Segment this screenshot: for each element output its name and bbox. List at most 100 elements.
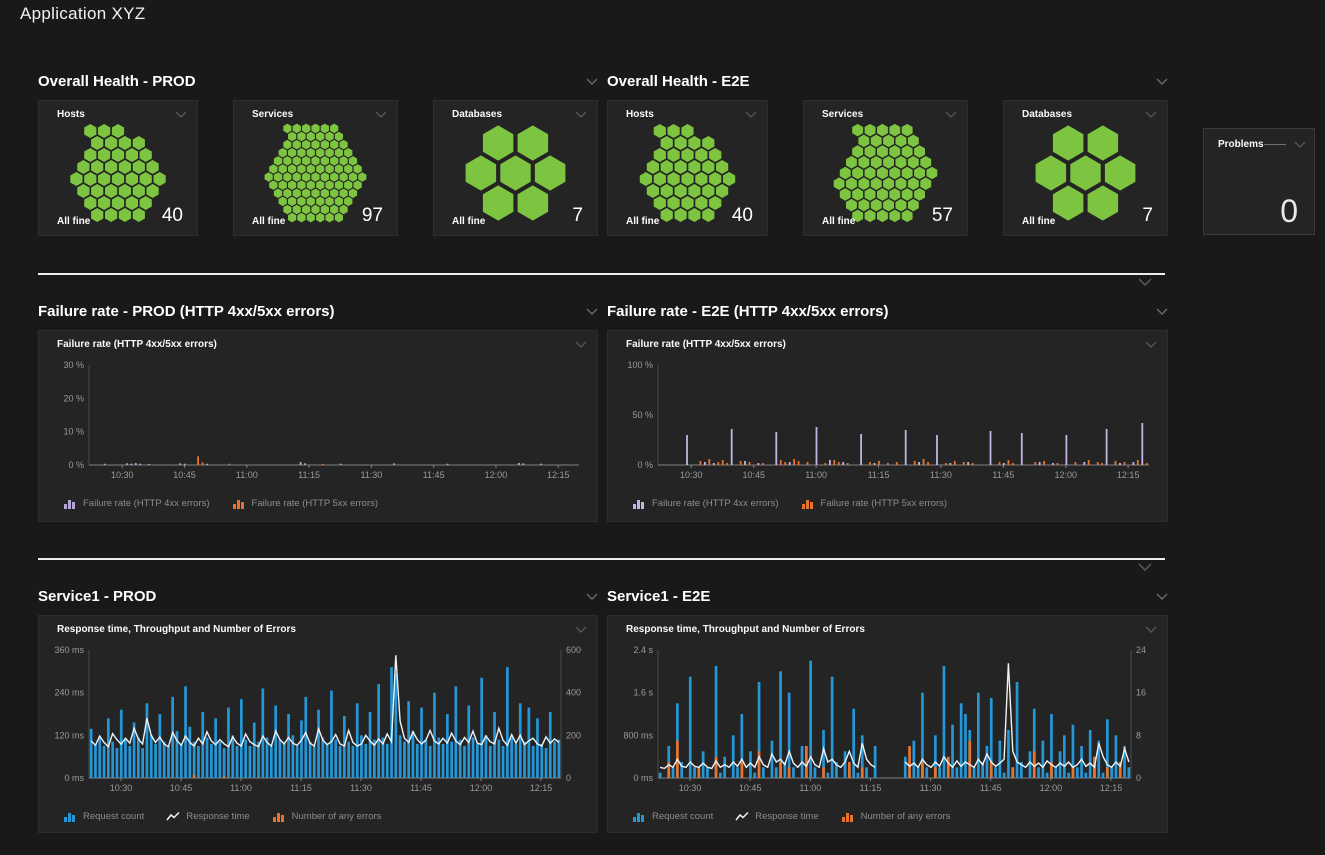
- tile-title: Hosts: [57, 109, 85, 120]
- chevron-down-icon[interactable]: [586, 593, 598, 600]
- section-divider: [38, 273, 1165, 275]
- service-e2e-chart[interactable]: 2.4 s1.6 s800 ms0 ms24168010:3010:4511:0…: [614, 640, 1161, 796]
- failure-rate-e2e-chart[interactable]: 100 %50 %0 %10:3010:4511:0011:1511:3011:…: [614, 355, 1161, 483]
- legend-item[interactable]: Request count: [632, 811, 713, 822]
- svg-text:12:00: 12:00: [1055, 470, 1078, 480]
- svg-text:0 ms: 0 ms: [64, 773, 84, 783]
- section-header-failure-prod: Failure rate - PROD (HTTP 4xx/5xx errors…: [38, 300, 598, 322]
- chevron-down-icon[interactable]: [375, 111, 387, 118]
- svg-text:10:45: 10:45: [173, 470, 196, 480]
- chevron-down-icon[interactable]: [745, 111, 757, 118]
- legend-item[interactable]: Response time: [166, 811, 249, 822]
- service-e2e-tile[interactable]: Response time, Throughput and Number of …: [607, 615, 1168, 833]
- legend-label: Response time: [186, 811, 249, 822]
- svg-text:1.6 s: 1.6 s: [633, 688, 653, 698]
- svg-text:2.4 s: 2.4 s: [633, 645, 653, 655]
- chevron-down-icon[interactable]: [1145, 626, 1157, 633]
- legend-label: Number of any errors: [292, 811, 382, 822]
- svg-text:11:45: 11:45: [992, 470, 1014, 480]
- tile-title: Databases: [1022, 109, 1072, 120]
- bar-series-icon: [841, 811, 855, 822]
- svg-text:12:15: 12:15: [1100, 783, 1123, 793]
- svg-text:200: 200: [566, 730, 581, 740]
- chevron-down-icon[interactable]: [1138, 278, 1152, 286]
- chevron-down-icon[interactable]: [575, 626, 587, 633]
- svg-text:400: 400: [566, 688, 581, 698]
- tile-title: Databases: [452, 109, 502, 120]
- legend-item[interactable]: Failure rate (HTTP 4xx errors): [632, 498, 779, 509]
- health-tile-services-e2e[interactable]: Services All fine 57: [803, 100, 968, 236]
- svg-text:0 %: 0 %: [637, 460, 653, 470]
- svg-text:10:30: 10:30: [111, 470, 134, 480]
- health-tile-hosts-e2e[interactable]: Hosts All fine 40: [607, 100, 768, 236]
- tile-title: Response time, Throughput and Number of …: [57, 624, 296, 635]
- legend-item[interactable]: Failure rate (HTTP 5xx errors): [232, 498, 379, 509]
- chevron-down-icon[interactable]: [945, 111, 957, 118]
- chevron-down-icon[interactable]: [1156, 593, 1168, 600]
- svg-text:120 ms: 120 ms: [54, 730, 84, 740]
- section-header-service-e2e: Service1 - E2E: [607, 585, 1168, 607]
- tile-title: Response time, Throughput and Number of …: [626, 624, 865, 635]
- legend-label: Number of any errors: [861, 811, 951, 822]
- svg-text:11:00: 11:00: [805, 470, 827, 480]
- svg-text:10 %: 10 %: [63, 427, 84, 437]
- health-tile-services-prod[interactable]: Services All fine 97: [233, 100, 398, 236]
- svg-text:11:15: 11:15: [298, 470, 320, 480]
- chevron-down-icon[interactable]: [586, 78, 598, 85]
- entity-count: 40: [732, 205, 753, 227]
- chevron-down-icon[interactable]: [1145, 341, 1157, 348]
- svg-text:10:30: 10:30: [680, 470, 703, 480]
- service-prod-chart[interactable]: 360 ms240 ms120 ms0 ms600400200010:3010:…: [45, 640, 591, 796]
- entity-count: 97: [362, 205, 383, 227]
- legend-item[interactable]: Number of any errors: [841, 811, 951, 822]
- line-series-icon: [166, 811, 180, 822]
- svg-text:11:45: 11:45: [423, 470, 445, 480]
- bar-series-icon: [632, 498, 646, 509]
- legend-item[interactable]: Failure rate (HTTP 4xx errors): [63, 498, 210, 509]
- chevron-down-icon[interactable]: [1156, 308, 1168, 315]
- svg-text:100 %: 100 %: [627, 360, 653, 370]
- legend-item[interactable]: Request count: [63, 811, 144, 822]
- legend-label: Failure rate (HTTP 4xx errors): [83, 498, 210, 509]
- failure-rate-prod-tile[interactable]: Failure rate (HTTP 4xx/5xx errors) 30 %2…: [38, 330, 598, 522]
- svg-text:11:15: 11:15: [290, 783, 312, 793]
- failure-rate-e2e-tile[interactable]: Failure rate (HTTP 4xx/5xx errors) 100 %…: [607, 330, 1168, 522]
- chart-legend: Failure rate (HTTP 4xx errors) Failure ra…: [63, 498, 378, 509]
- legend-item[interactable]: Number of any errors: [272, 811, 382, 822]
- section-title: Overall Health - PROD: [38, 73, 196, 90]
- service-prod-tile[interactable]: Response time, Throughput and Number of …: [38, 615, 598, 833]
- entity-count: 7: [572, 205, 583, 227]
- health-tile-hosts-prod[interactable]: Hosts All fine 40: [38, 100, 198, 236]
- chart-legend: Request count Response time Number of any …: [632, 811, 950, 822]
- chevron-down-icon[interactable]: [1145, 111, 1157, 118]
- health-tile-databases-prod[interactable]: Databases All fine 7: [433, 100, 598, 236]
- svg-text:10:30: 10:30: [679, 783, 702, 793]
- tile-title: Failure rate (HTTP 4xx/5xx errors): [626, 339, 786, 350]
- bar-series-icon: [801, 498, 815, 509]
- svg-text:0: 0: [566, 773, 571, 783]
- svg-text:10:45: 10:45: [170, 783, 193, 793]
- svg-text:0: 0: [1136, 773, 1141, 783]
- section-header-failure-e2e: Failure rate - E2E (HTTP 4xx/5xx errors): [607, 300, 1168, 322]
- legend-label: Request count: [83, 811, 144, 822]
- problems-tile[interactable]: Problems 0: [1203, 128, 1315, 235]
- section-divider: [38, 558, 1165, 560]
- chevron-down-icon[interactable]: [586, 308, 598, 315]
- svg-text:11:30: 11:30: [930, 470, 952, 480]
- svg-text:11:30: 11:30: [360, 470, 382, 480]
- chevron-down-icon[interactable]: [1138, 563, 1152, 571]
- problems-count: 0: [1280, 193, 1298, 230]
- legend-label: Failure rate (HTTP 4xx errors): [652, 498, 779, 509]
- svg-text:11:30: 11:30: [920, 783, 942, 793]
- entity-count: 40: [162, 205, 183, 227]
- legend-item[interactable]: Response time: [735, 811, 818, 822]
- chevron-down-icon[interactable]: [575, 111, 587, 118]
- legend-item[interactable]: Failure rate (HTTP 5xx errors): [801, 498, 948, 509]
- health-tile-databases-e2e[interactable]: Databases All fine 7: [1003, 100, 1168, 236]
- chevron-down-icon[interactable]: [1294, 141, 1306, 148]
- chevron-down-icon[interactable]: [575, 341, 587, 348]
- chevron-down-icon[interactable]: [175, 111, 187, 118]
- failure-rate-prod-chart[interactable]: 30 %20 %10 %0 %10:3010:4511:0011:1511:30…: [45, 355, 591, 483]
- chevron-down-icon[interactable]: [1156, 78, 1168, 85]
- chart-legend: Failure rate (HTTP 4xx errors) Failure ra…: [632, 498, 947, 509]
